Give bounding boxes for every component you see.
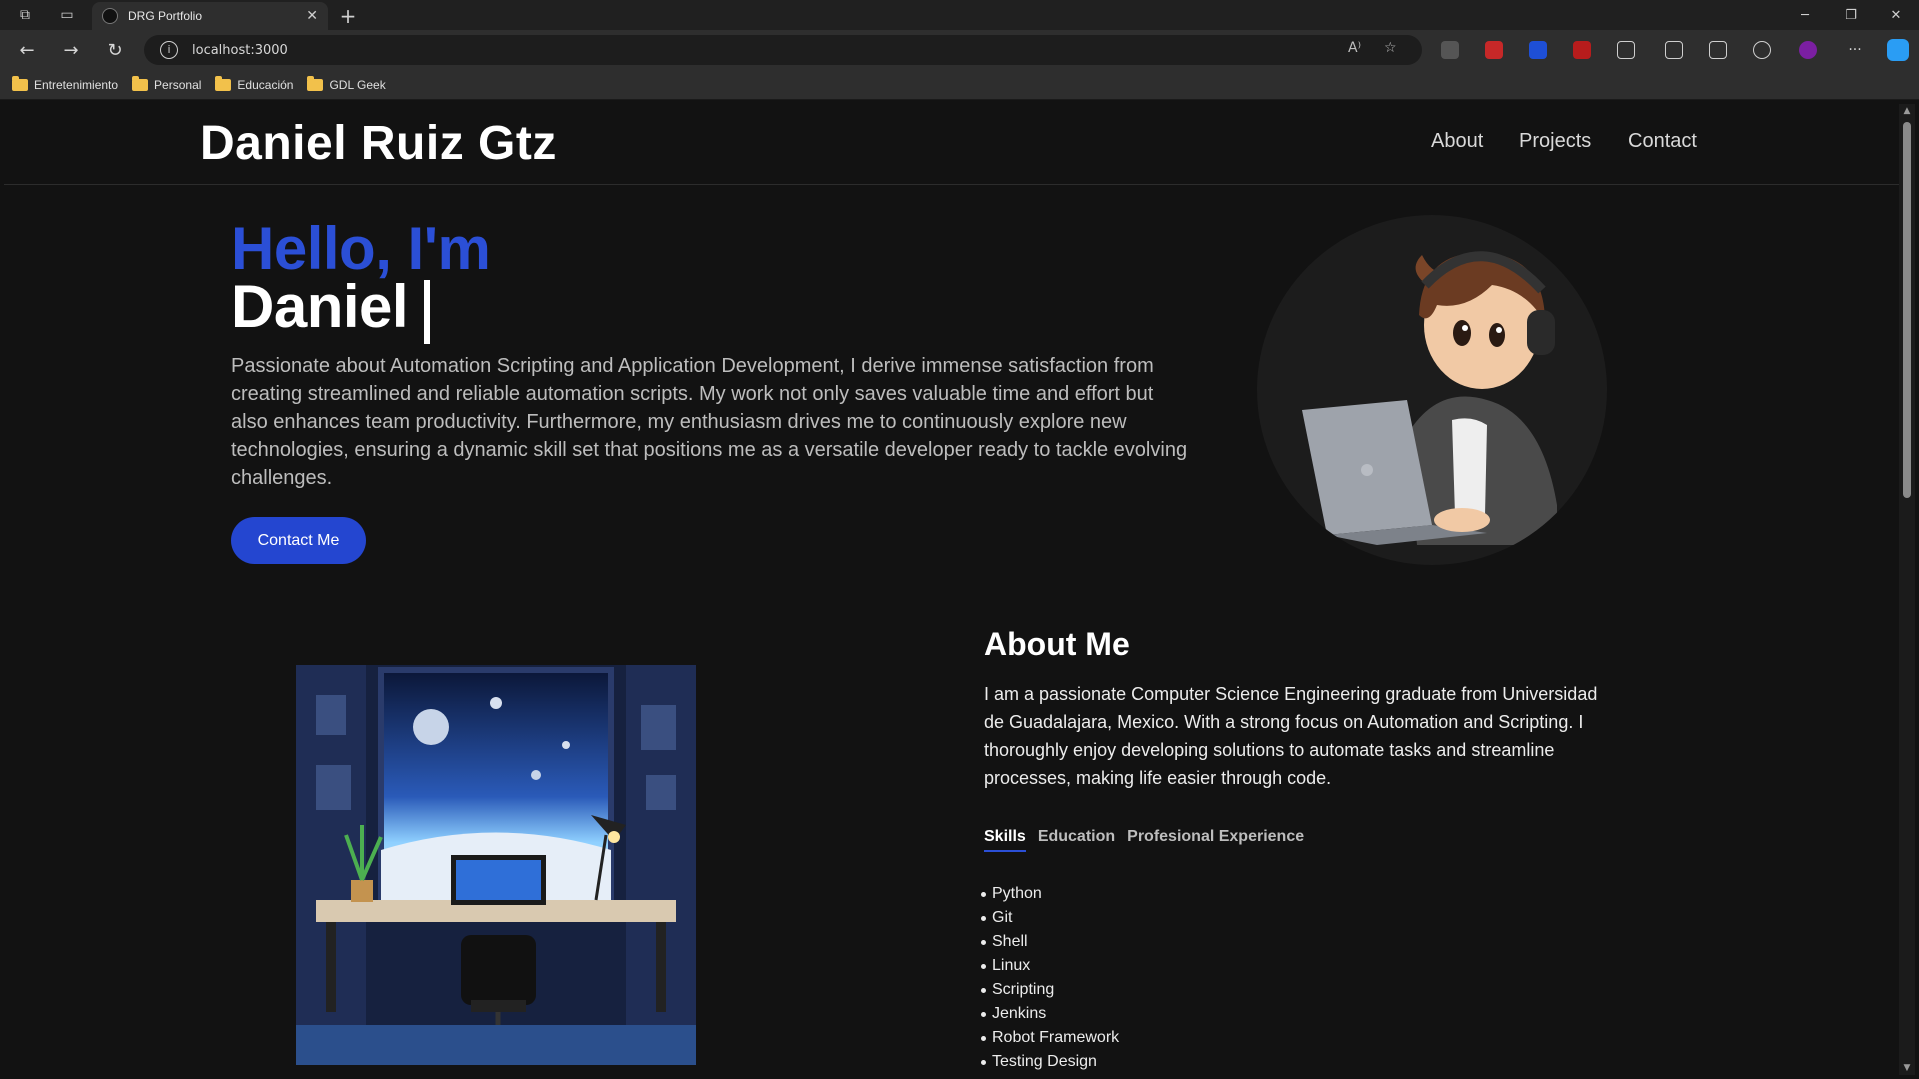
more-menu-icon[interactable]: ··· [1840,36,1870,64]
bookmark-label: GDL Geek [329,77,386,92]
tab-title: DRG Portfolio [128,9,203,23]
skills-list: Python Git Shell Linux Scripting Jenkins… [980,882,1119,1074]
page-scrollbar[interactable]: ▲ ▼ [1899,104,1915,1075]
profile-avatar-icon[interactable] [1799,41,1817,59]
new-tab-button[interactable]: + [336,4,360,28]
browser-tab[interactable]: DRG Portfolio ✕ [92,2,328,30]
hero-intro: Passionate about Automation Scripting an… [231,355,1188,489]
list-item: Robot Framework [980,1026,1119,1050]
favorite-star-icon[interactable]: ☆ [1384,40,1397,56]
extension-glasses-icon[interactable] [1441,41,1459,59]
tab-skills[interactable]: Skills [984,828,1026,852]
address-bar[interactable]: i localhost:3000 A⁾ ☆ [144,35,1422,65]
restore-button[interactable]: ❐ [1828,0,1874,30]
bookmark-label: Personal [154,77,202,92]
about-text: I am a passionate Computer Science Engin… [984,684,1598,788]
collections-icon[interactable] [1709,41,1727,59]
browser-titlebar: ⧉ ▭ DRG Portfolio ✕ + ─ ❐ ✕ [0,0,1919,30]
page-viewport: Daniel Ruiz Gtz About Projects Contact H… [4,104,1899,1075]
scroll-up-icon[interactable]: ▲ [1902,106,1912,116]
list-item: Shell [980,930,1119,954]
address-url[interactable]: localhost:3000 [192,43,288,58]
list-item: Python [980,882,1119,906]
extension-shield-icon[interactable] [1529,41,1547,59]
nav-link-about[interactable]: About [1431,130,1483,153]
scrollbar-thumb[interactable] [1903,122,1911,498]
list-item: Scripting [980,978,1119,1002]
list-item: Git [980,906,1119,930]
browser-toolbar: ← → ↻ i localhost:3000 A⁾ ☆ ··· [0,30,1919,70]
extensions-puzzle-icon[interactable] [1617,41,1635,59]
read-aloud-icon[interactable]: A⁾ [1348,40,1361,56]
list-item: Testing Design [980,1050,1119,1074]
site-info-icon[interactable]: i [160,41,178,59]
workspace-illustration [296,665,696,1065]
site-brand[interactable]: Daniel Ruiz Gtz [200,116,557,171]
bookmark-folder[interactable]: Personal [132,75,202,92]
site-favicon-icon [102,8,118,24]
contact-me-button[interactable]: Contact Me [231,517,366,564]
reload-button[interactable]: ↻ [100,36,130,64]
bookmarks-bar: Entretenimiento Personal Educación GDL G… [0,70,1919,100]
hero-name: Daniel [231,273,409,340]
forward-button[interactable]: → [56,36,86,64]
split-screen-icon[interactable] [1665,41,1683,59]
about-title: About Me [984,626,1130,662]
back-button[interactable]: ← [12,36,42,64]
tab-education[interactable]: Education [1038,828,1115,852]
bookmark-folder[interactable]: GDL Geek [307,75,386,92]
scroll-down-icon[interactable]: ▼ [1902,1063,1912,1073]
list-item: Linux [980,954,1119,978]
tab-professional-experience[interactable]: Profesional Experience [1127,828,1304,852]
folder-icon [307,75,324,91]
nav-link-projects[interactable]: Projects [1519,130,1591,153]
nav-link-contact[interactable]: Contact [1628,130,1697,153]
typing-caret [424,280,430,344]
bookmark-label: Entretenimiento [34,77,119,92]
bookmark-label: Educación [237,77,294,92]
tab-actions-icon[interactable]: ▭ [52,0,82,30]
extension-ublock-icon[interactable] [1573,41,1591,59]
bookmark-folder[interactable]: Entretenimiento [12,75,119,92]
site-header: Daniel Ruiz Gtz About Projects Contact [4,104,1899,185]
close-tab-icon[interactable]: ✕ [306,8,318,24]
folder-icon [132,75,149,91]
close-window-button[interactable]: ✕ [1873,0,1919,30]
extension-red-icon[interactable] [1485,41,1503,59]
copilot-icon[interactable] [1887,39,1909,61]
browser-essentials-icon[interactable] [1753,41,1771,59]
minimize-button[interactable]: ─ [1782,0,1828,30]
workspaces-icon[interactable]: ⧉ [10,0,40,30]
avatar-illustration [1257,215,1607,565]
folder-icon [215,75,232,91]
list-item: Jenkins [980,1002,1119,1026]
about-tabs: Skills Education Profesional Experience [984,828,1316,852]
folder-icon [12,75,28,91]
bookmark-folder[interactable]: Educación [215,75,294,92]
